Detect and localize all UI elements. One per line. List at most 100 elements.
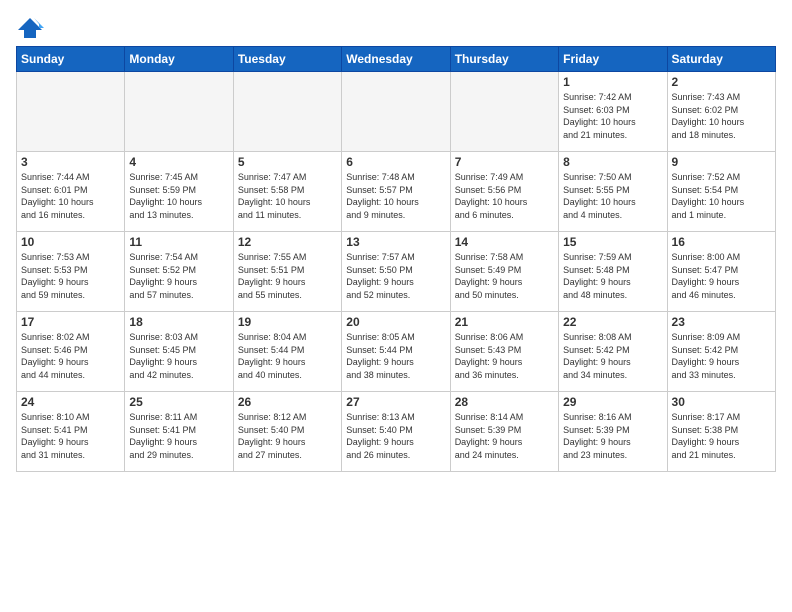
day-info: Sunrise: 7:58 AM Sunset: 5:49 PM Dayligh…	[455, 251, 554, 301]
day-number: 29	[563, 395, 662, 409]
calendar-cell: 10 Sunrise: 7:53 AM Sunset: 5:53 PM Dayli…	[17, 232, 125, 312]
calendar-week-row: 17Sunrise: 8:02 AM Sunset: 5:46 PM Dayli…	[17, 312, 776, 392]
day-info: Sunrise: 7:52 AM Sunset: 5:54 PM Dayligh…	[672, 171, 771, 221]
day-info: Sunrise: 8:12 AM Sunset: 5:40 PM Dayligh…	[238, 411, 337, 461]
calendar-cell: 20 Sunrise: 8:05 AM Sunset: 5:44 PM Dayli…	[342, 312, 450, 392]
day-number: 22	[563, 315, 662, 329]
day-number: 20	[346, 315, 445, 329]
calendar-cell: 15 Sunrise: 7:59 AM Sunset: 5:48 PM Dayli…	[559, 232, 667, 312]
calendar-cell: 13 Sunrise: 7:57 AM Sunset: 5:50 PM Dayli…	[342, 232, 450, 312]
day-number: 5	[238, 155, 337, 169]
day-info: Sunrise: 8:08 AM Sunset: 5:42 PM Dayligh…	[563, 331, 662, 381]
day-info: Sunrise: 7:54 AM Sunset: 5:52 PM Dayligh…	[129, 251, 228, 301]
calendar-cell: 29 Sunrise: 8:16 AM Sunset: 5:39 PM Dayli…	[559, 392, 667, 472]
day-info: Sunrise: 7:44 AM Sunset: 6:01 PM Dayligh…	[21, 171, 120, 221]
calendar-cell: 3 Sunrise: 7:44 AM Sunset: 6:01 PM Daylig…	[17, 152, 125, 232]
day-number: 1	[563, 75, 662, 89]
calendar-cell: 14 Sunrise: 7:58 AM Sunset: 5:49 PM Dayli…	[450, 232, 558, 312]
weekday-header: Sunday	[17, 47, 125, 72]
calendar-cell: 21 Sunrise: 8:06 AM Sunset: 5:43 PM Dayli…	[450, 312, 558, 392]
day-info: Sunrise: 8:11 AM Sunset: 5:41 PM Dayligh…	[129, 411, 228, 461]
day-number: 9	[672, 155, 771, 169]
day-number: 15	[563, 235, 662, 249]
day-info: Sunrise: 7:53 AM Sunset: 5:53 PM Dayligh…	[21, 251, 120, 301]
day-info: Sunrise: 8:16 AM Sunset: 5:39 PM Dayligh…	[563, 411, 662, 461]
calendar-week-row: 24 Sunrise: 8:10 AM Sunset: 5:41 PM Dayli…	[17, 392, 776, 472]
calendar-cell: 19Sunrise: 8:04 AM Sunset: 5:44 PM Dayli…	[233, 312, 341, 392]
day-number: 21	[455, 315, 554, 329]
calendar-cell: 8Sunrise: 7:50 AM Sunset: 5:55 PM Daylig…	[559, 152, 667, 232]
calendar-cell	[125, 72, 233, 152]
day-number: 7	[455, 155, 554, 169]
day-info: Sunrise: 7:59 AM Sunset: 5:48 PM Dayligh…	[563, 251, 662, 301]
calendar-cell: 17Sunrise: 8:02 AM Sunset: 5:46 PM Dayli…	[17, 312, 125, 392]
calendar-cell: 12 Sunrise: 7:55 AM Sunset: 5:51 PM Dayli…	[233, 232, 341, 312]
calendar-cell	[233, 72, 341, 152]
day-info: Sunrise: 7:43 AM Sunset: 6:02 PM Dayligh…	[672, 91, 771, 141]
day-number: 16	[672, 235, 771, 249]
day-info: Sunrise: 7:45 AM Sunset: 5:59 PM Dayligh…	[129, 171, 228, 221]
day-number: 14	[455, 235, 554, 249]
calendar-cell: 5 Sunrise: 7:47 AM Sunset: 5:58 PM Daylig…	[233, 152, 341, 232]
calendar-cell	[342, 72, 450, 152]
calendar: SundayMondayTuesdayWednesdayThursdayFrid…	[16, 46, 776, 472]
calendar-cell: 9 Sunrise: 7:52 AM Sunset: 5:54 PM Daylig…	[667, 152, 775, 232]
weekday-header: Monday	[125, 47, 233, 72]
weekday-header: Tuesday	[233, 47, 341, 72]
day-number: 25	[129, 395, 228, 409]
calendar-cell: 26 Sunrise: 8:12 AM Sunset: 5:40 PM Dayli…	[233, 392, 341, 472]
page: SundayMondayTuesdayWednesdayThursdayFrid…	[0, 0, 792, 482]
day-info: Sunrise: 7:57 AM Sunset: 5:50 PM Dayligh…	[346, 251, 445, 301]
weekday-header: Wednesday	[342, 47, 450, 72]
calendar-cell: 28 Sunrise: 8:14 AM Sunset: 5:39 PM Dayli…	[450, 392, 558, 472]
day-number: 23	[672, 315, 771, 329]
day-number: 28	[455, 395, 554, 409]
calendar-cell: 30Sunrise: 8:17 AM Sunset: 5:38 PM Dayli…	[667, 392, 775, 472]
day-info: Sunrise: 8:10 AM Sunset: 5:41 PM Dayligh…	[21, 411, 120, 461]
day-number: 26	[238, 395, 337, 409]
day-info: Sunrise: 7:42 AM Sunset: 6:03 PM Dayligh…	[563, 91, 662, 141]
day-info: Sunrise: 8:05 AM Sunset: 5:44 PM Dayligh…	[346, 331, 445, 381]
calendar-cell: 16Sunrise: 8:00 AM Sunset: 5:47 PM Dayli…	[667, 232, 775, 312]
day-number: 10	[21, 235, 120, 249]
calendar-cell: 25 Sunrise: 8:11 AM Sunset: 5:41 PM Dayli…	[125, 392, 233, 472]
calendar-cell: 6Sunrise: 7:48 AM Sunset: 5:57 PM Daylig…	[342, 152, 450, 232]
calendar-cell: 7 Sunrise: 7:49 AM Sunset: 5:56 PM Daylig…	[450, 152, 558, 232]
day-number: 6	[346, 155, 445, 169]
weekday-header: Friday	[559, 47, 667, 72]
day-number: 11	[129, 235, 228, 249]
weekday-header-row: SundayMondayTuesdayWednesdayThursdayFrid…	[17, 47, 776, 72]
calendar-cell: 2Sunrise: 7:43 AM Sunset: 6:02 PM Daylig…	[667, 72, 775, 152]
day-info: Sunrise: 7:49 AM Sunset: 5:56 PM Dayligh…	[455, 171, 554, 221]
calendar-week-row: 1 Sunrise: 7:42 AM Sunset: 6:03 PM Daylig…	[17, 72, 776, 152]
weekday-header: Saturday	[667, 47, 775, 72]
calendar-week-row: 3 Sunrise: 7:44 AM Sunset: 6:01 PM Daylig…	[17, 152, 776, 232]
weekday-header: Thursday	[450, 47, 558, 72]
day-info: Sunrise: 7:55 AM Sunset: 5:51 PM Dayligh…	[238, 251, 337, 301]
calendar-cell: 18 Sunrise: 8:03 AM Sunset: 5:45 PM Dayli…	[125, 312, 233, 392]
day-number: 12	[238, 235, 337, 249]
day-info: Sunrise: 8:02 AM Sunset: 5:46 PM Dayligh…	[21, 331, 120, 381]
day-info: Sunrise: 8:14 AM Sunset: 5:39 PM Dayligh…	[455, 411, 554, 461]
header	[16, 16, 776, 40]
day-number: 3	[21, 155, 120, 169]
day-number: 4	[129, 155, 228, 169]
day-number: 24	[21, 395, 120, 409]
day-info: Sunrise: 8:03 AM Sunset: 5:45 PM Dayligh…	[129, 331, 228, 381]
day-number: 19	[238, 315, 337, 329]
calendar-cell: 11 Sunrise: 7:54 AM Sunset: 5:52 PM Dayli…	[125, 232, 233, 312]
day-number: 13	[346, 235, 445, 249]
calendar-cell: 24 Sunrise: 8:10 AM Sunset: 5:41 PM Dayli…	[17, 392, 125, 472]
day-number: 27	[346, 395, 445, 409]
day-info: Sunrise: 7:47 AM Sunset: 5:58 PM Dayligh…	[238, 171, 337, 221]
calendar-cell	[450, 72, 558, 152]
day-info: Sunrise: 8:09 AM Sunset: 5:42 PM Dayligh…	[672, 331, 771, 381]
day-number: 18	[129, 315, 228, 329]
day-info: Sunrise: 8:06 AM Sunset: 5:43 PM Dayligh…	[455, 331, 554, 381]
calendar-cell: 27Sunrise: 8:13 AM Sunset: 5:40 PM Dayli…	[342, 392, 450, 472]
calendar-cell: 1 Sunrise: 7:42 AM Sunset: 6:03 PM Daylig…	[559, 72, 667, 152]
day-number: 8	[563, 155, 662, 169]
calendar-cell	[17, 72, 125, 152]
day-number: 30	[672, 395, 771, 409]
calendar-cell: 22 Sunrise: 8:08 AM Sunset: 5:42 PM Dayli…	[559, 312, 667, 392]
